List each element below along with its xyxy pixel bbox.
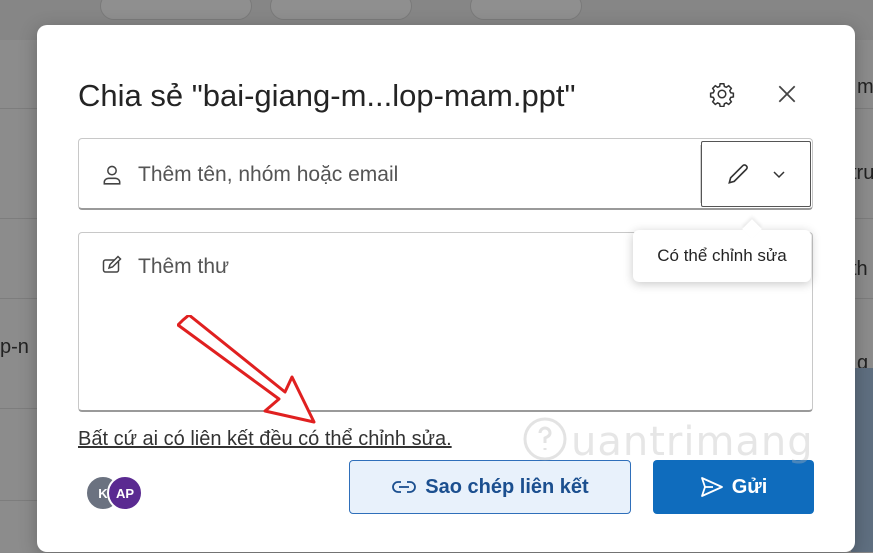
send-button[interactable]: Gửi xyxy=(653,460,814,514)
link-icon xyxy=(392,481,417,493)
recipient-field[interactable] xyxy=(78,138,813,210)
avatar[interactable]: AP xyxy=(107,475,143,511)
tooltip-text: Có thể chỉnh sửa xyxy=(657,246,787,265)
close-button[interactable] xyxy=(770,77,804,111)
chevron-down-icon xyxy=(773,171,785,179)
background-pill xyxy=(470,0,582,20)
background-pill xyxy=(100,0,252,20)
background-text: p-n xyxy=(0,336,29,358)
permission-tooltip: Có thể chỉnh sửa xyxy=(633,230,811,282)
copy-link-button[interactable]: Sao chép liên kết xyxy=(349,460,631,514)
recipient-input[interactable] xyxy=(138,161,678,189)
link-settings-link[interactable]: Bất cứ ai có liên kết đều có thể chỉnh s… xyxy=(78,428,452,451)
watermark-text: uantrimang xyxy=(571,419,814,465)
permission-dropdown[interactable] xyxy=(701,141,811,207)
pencil-icon xyxy=(728,164,748,184)
background-text: m xyxy=(857,76,873,98)
watermark-icon xyxy=(523,417,567,461)
dialog-title: Chia sẻ "bai-giang-m...lop-mam.ppt" xyxy=(78,78,576,113)
settings-button[interactable] xyxy=(705,77,739,111)
send-label: Gửi xyxy=(731,475,768,498)
close-icon xyxy=(778,85,796,103)
message-input[interactable] xyxy=(138,255,638,283)
gear-icon xyxy=(709,82,735,107)
annotation-arrow-icon xyxy=(177,315,316,424)
background-pill xyxy=(270,0,412,20)
person-icon xyxy=(101,164,123,191)
share-dialog: Chia sẻ "bai-giang-m...lop-mam.ppt" Thêm… xyxy=(37,25,855,552)
shared-users[interactable]: K AP xyxy=(85,475,155,511)
send-icon xyxy=(700,477,723,497)
compose-icon xyxy=(101,255,123,282)
copy-link-label: Sao chép liên kết xyxy=(425,475,589,498)
